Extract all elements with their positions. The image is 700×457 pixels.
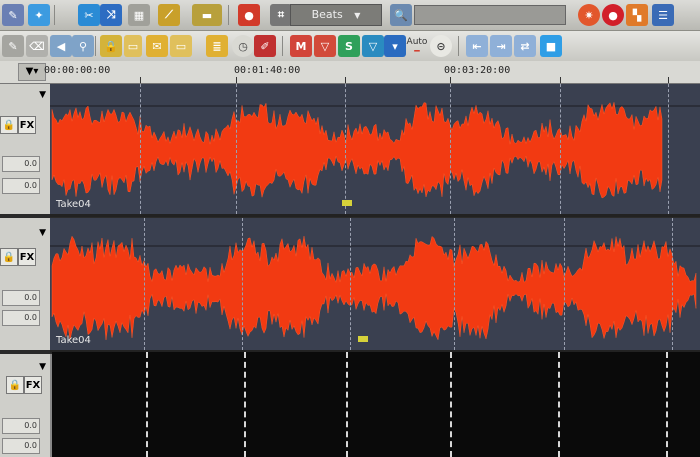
ruler-marker-handle[interactable]: ▼▾ [18,63,46,81]
cd-marker-icon[interactable]: ▽ [362,35,384,57]
marker-button-label: M [295,39,307,53]
track-meter [2,272,32,280]
fade-handle[interactable] [342,200,352,206]
pan-slider[interactable]: 0.0 [2,438,40,454]
auto-label: Auto [406,37,428,47]
edit-tool-icon[interactable]: ✎ [2,4,24,26]
timeline-ruler[interactable]: ▼▾ 00:00:00:00 00:01:40:00 00:03:20:00 [0,61,700,84]
track-collapse-icon[interactable]: ▼ [39,90,46,100]
pan-slider[interactable]: 0.0 [2,178,40,194]
color-select-icon[interactable]: ▬ [192,4,222,26]
import-icon[interactable]: ⇤ [466,35,488,57]
folder-icon[interactable]: ▭ [124,35,142,57]
lock-icon[interactable]: 🔒 [0,116,18,134]
clip-name: Take04 [56,335,91,346]
track-meter [2,140,32,148]
ruler-label-mid: 00:01:40:00 [234,65,301,76]
auto-button[interactable]: Auto ━ [406,37,428,57]
track-header-3[interactable]: ▼ 🔒 FX 0.0 0.0 [0,354,52,457]
pan-value: 0.0 [24,181,37,190]
square-icon[interactable]: ■ [540,35,562,57]
track-meter [2,400,38,408]
stack-icon[interactable]: ≣ [206,35,228,57]
speaker-icon[interactable]: ◀ [50,35,72,57]
track-header-1[interactable]: ▼ 🔒 FX 0.0 0.0 [0,84,52,214]
waveform-1 [50,102,700,199]
track-header-2[interactable]: ▼ 🔒 FX 0.0 0.0 [0,218,52,350]
sync-icon[interactable]: S [338,35,360,57]
chevron-down-icon: ▼ [354,11,361,20]
marker-button[interactable]: M [290,35,312,57]
audio-clip-track-2[interactable]: Take04 [50,218,700,353]
envelope-icon[interactable]: ⟋ [158,4,180,26]
fx-button[interactable]: FX [18,116,36,134]
crossfade-icon[interactable]: ⤨ [100,4,122,26]
pan-value: 0.0 [24,441,37,450]
lock-icon[interactable]: 🔒 [6,376,24,394]
snap-mode-dropdown[interactable]: Beats ▼ [290,4,382,26]
ruler-label-start: 00:00:00:00 [44,65,111,76]
mixer-icon[interactable]: ☰ [652,4,674,26]
empty-track-lane[interactable] [52,352,700,457]
pan-slider[interactable]: 0.0 [2,310,40,326]
paint-icon[interactable]: ✐ [254,35,276,57]
fx-label: FX [19,119,35,131]
volume-slider[interactable]: 0.0 [2,156,40,172]
lock-icon[interactable]: 🔒 [0,248,18,266]
track-collapse-icon[interactable]: ▼ [39,228,46,238]
export-icon[interactable]: ⇥ [490,35,512,57]
clip-icon[interactable]: ▭ [170,35,192,57]
audio-clip-track-1[interactable]: Take04 [50,84,700,217]
command-icon[interactable]: ▾ [384,35,406,57]
volume-value: 0.0 [24,421,37,430]
lock-icon[interactable]: 🔒 [100,35,122,57]
volume-value: 0.0 [24,159,37,168]
region-icon[interactable]: ▽ [314,35,336,57]
zoom-icon[interactable]: 🔍 [390,4,412,26]
split-icon[interactable]: ✂ [78,4,100,26]
loop-icon[interactable]: ⊝ [430,35,452,57]
envelope-insert-icon[interactable]: ✉ [146,35,168,57]
grid-icon[interactable]: ▦ [128,4,150,26]
ruler-label-end: 00:03:20:00 [444,65,511,76]
record-icon[interactable]: ● [602,4,624,26]
snap-mode-value: Beats [311,8,343,21]
eraser-icon[interactable]: ⌫ [26,35,48,57]
color-palette-icon[interactable]: ▚ [626,4,648,26]
fade-handle[interactable] [358,336,368,342]
settings-gear-icon[interactable]: ✷ [578,4,600,26]
volume-slider[interactable]: 0.0 [2,290,40,306]
fx-button[interactable]: FX [18,248,36,266]
clock-icon[interactable]: ◷ [232,35,254,57]
magnify-icon[interactable]: ⚲ [72,35,94,57]
fx-label: FX [19,251,35,263]
secondary-toolbar: ✎ ⌫ ◀ ⚲ 🔒 ▭ ✉ ▭ ≣ ◷ ✐ M ▽ S ▽ ▾ Auto ━ ⊝ … [0,31,700,62]
volume-slider[interactable]: 0.0 [2,418,40,434]
effects-icon[interactable]: ✦ [28,4,50,26]
pencil-icon[interactable]: ✎ [2,35,24,57]
metronome-grid-icon[interactable]: ⌗ [270,4,292,26]
fx-label: FX [25,379,41,391]
zoom-field[interactable] [414,5,566,25]
volume-value: 0.0 [24,293,37,302]
waveform-2 [50,235,700,341]
fx-button[interactable]: FX [24,376,42,394]
clip-name: Take04 [56,199,91,210]
pan-value: 0.0 [24,313,37,322]
main-toolbar: ✎ ✦ ✂ ⤨ ▦ ⟋ ▬ ● ⌗ Beats ▼ 🔍 ✷ ● ▚ ☰ [0,0,700,31]
track-collapse-icon[interactable]: ▼ [39,362,46,372]
render-icon[interactable]: ⇄ [514,35,536,57]
record-arm-icon[interactable]: ● [238,4,260,26]
